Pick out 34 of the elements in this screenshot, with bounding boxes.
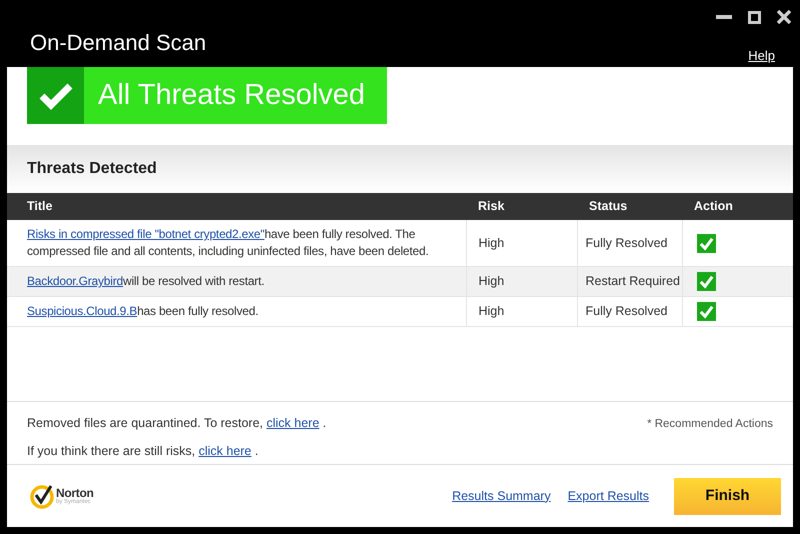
checkmark-logo-icon [29,483,55,509]
column-header: Title [27,199,52,214]
column-header: Risk [478,199,504,214]
help-link[interactable]: Help [748,46,775,66]
threat-link[interactable]: Suspicious.Cloud.9.B [27,304,138,318]
click-here-link[interactable]: click here [266,416,320,430]
quarantine-note: Removed files are quarantined. To restore, click here . [27,415,328,432]
risk-level: High [478,236,504,250]
threat-link[interactable]: Backdoor.Graybird [27,274,123,288]
close-icon[interactable] [777,10,791,24]
click-here-link[interactable]: click here [198,444,252,458]
footer-link[interactable]: Export Results [568,486,649,506]
section-title: Threats Detected [27,159,157,179]
threat-link[interactable]: Risks in compressed file "botnet crypted2.exe" [27,227,264,241]
minimize-icon[interactable] [716,14,732,20]
column-header: Status [589,199,628,214]
finish-button[interactable]: Finish [674,478,781,514]
threat-description: Suspicious.Cloud.9.Bhas been fully resolved. [27,304,258,318]
checkmark-icon [38,80,74,110]
footer-link[interactable]: Results Summary [452,486,551,506]
threat-description: Backdoor.Graybirdwill be resolved with restart. [27,274,264,288]
maximize-icon[interactable] [748,10,761,24]
threat-description: Risks in compressed file "botnet crypted2.exe"have been fully resolved. The compressed file and all contents, including uninfected files, have been deleted. [27,227,429,258]
status-text: Fully Resolved [586,304,668,318]
quarantine-note: If you think there are still risks, click here . [27,442,260,460]
status-text: Restart Required [586,274,680,288]
risk-level: High [478,274,504,288]
logo-text: Norton [56,487,94,499]
column-header: Action [694,199,733,214]
recommended-note: * Recommended Actions [647,417,773,432]
window-title: On-Demand Scan [30,29,206,57]
risk-level: High [478,304,504,318]
status-text: Fully Resolved [586,236,668,250]
banner-text: All Threats Resolved [98,78,366,113]
